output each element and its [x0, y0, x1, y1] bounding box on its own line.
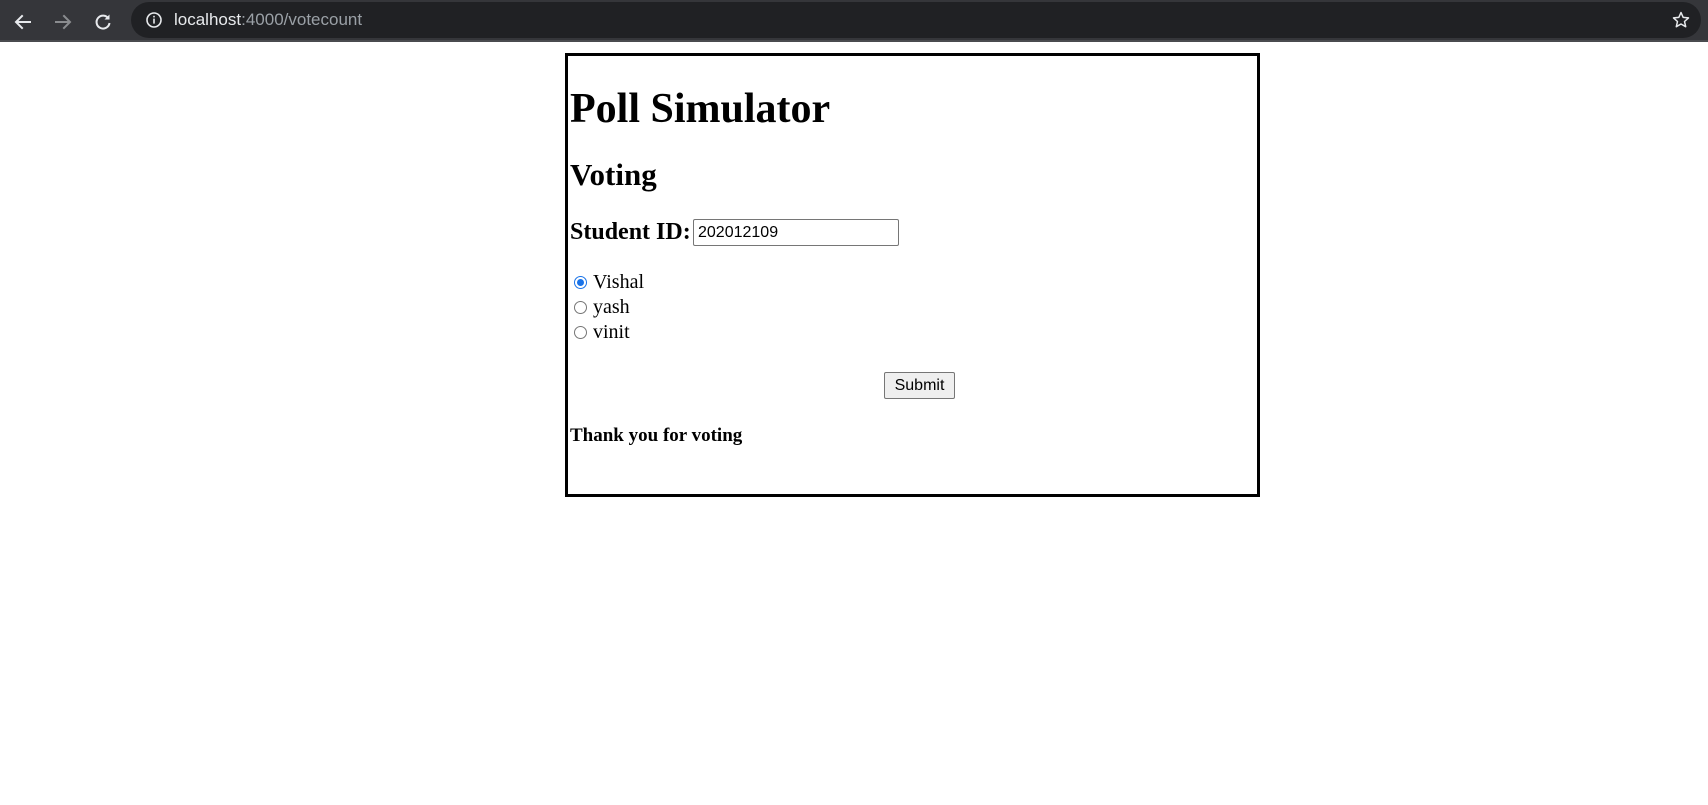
student-id-input[interactable] — [693, 219, 899, 246]
option-yash[interactable]: yash — [574, 295, 644, 320]
info-icon[interactable] — [145, 11, 163, 29]
poll-container: Poll Simulator Voting Student ID: Vishal… — [565, 53, 1260, 497]
option-label-vinit: vinit — [593, 321, 630, 343]
browser-toolbar: localhost:4000/votecount — [0, 0, 1708, 42]
page-title: Poll Simulator — [570, 86, 831, 132]
reload-button[interactable] — [89, 8, 117, 36]
forward-arrow-icon — [55, 14, 72, 30]
section-heading-voting: Voting — [570, 157, 657, 192]
candidate-options: Vishal yash vinit — [574, 270, 644, 345]
radio-yash[interactable] — [574, 301, 587, 314]
student-id-label: Student ID: — [570, 219, 691, 245]
submit-button[interactable]: Submit — [884, 372, 955, 399]
reload-icon — [95, 14, 111, 30]
option-vinit[interactable]: vinit — [574, 320, 644, 345]
option-vishal[interactable]: Vishal — [574, 270, 644, 295]
url-path: :4000/votecount — [241, 10, 363, 29]
radio-vinit[interactable] — [574, 326, 587, 339]
address-bar[interactable]: localhost:4000/votecount — [131, 2, 1701, 38]
bookmark-star-icon[interactable] — [1671, 10, 1691, 30]
back-arrow-icon — [14, 14, 31, 30]
url-host: localhost — [174, 10, 242, 29]
radio-vishal[interactable] — [574, 276, 587, 289]
thank-you-message: Thank you for voting — [570, 425, 743, 446]
option-label-vishal: Vishal — [593, 271, 645, 293]
option-label-yash: yash — [593, 296, 630, 318]
back-button[interactable] — [9, 8, 37, 36]
forward-button[interactable] — [49, 8, 77, 36]
url-text[interactable]: localhost:4000/votecount — [174, 10, 362, 30]
